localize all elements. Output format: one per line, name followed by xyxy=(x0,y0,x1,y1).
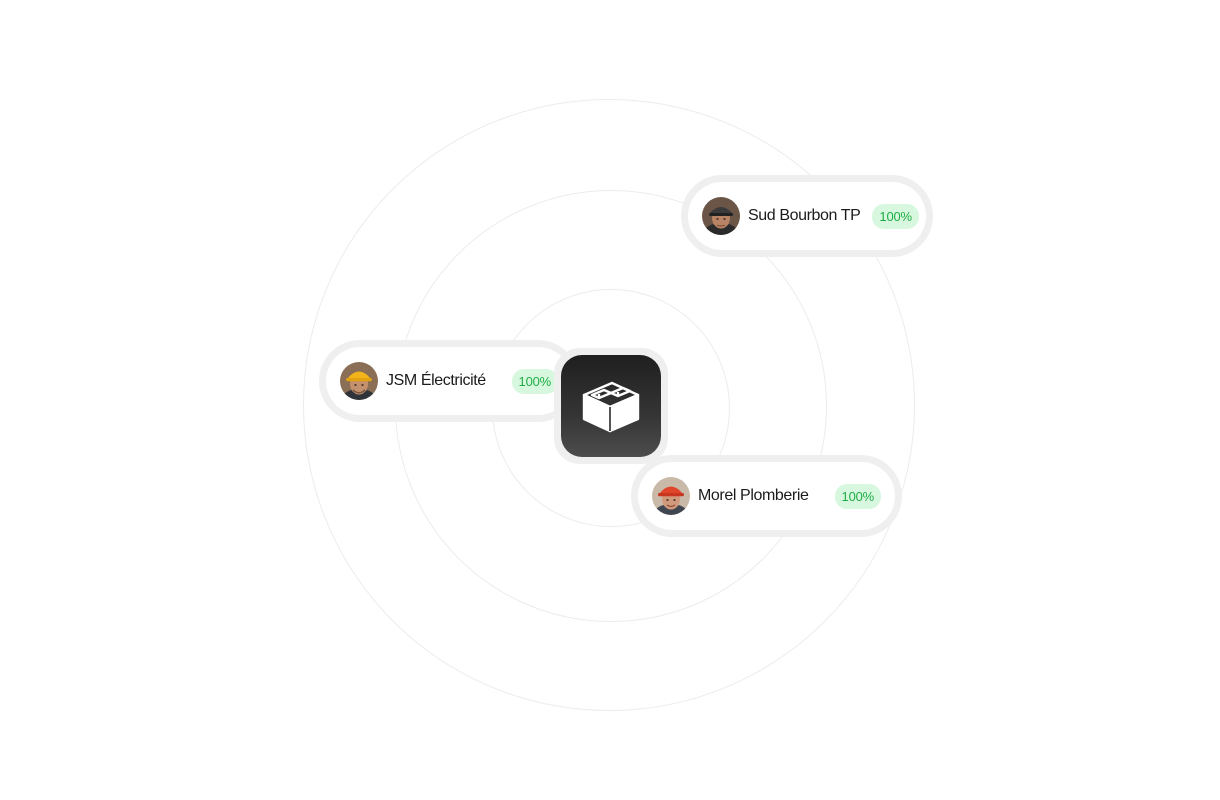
company-name: JSM Électricité xyxy=(386,372,486,389)
contractor-card-inner: JSM Électricité 100% xyxy=(326,347,572,415)
progress-badge: 100% xyxy=(511,368,558,394)
contractor-card-sud-bourbon-tp[interactable]: Sud Bourbon TP 100% xyxy=(681,175,933,257)
company-name: Morel Plomberie xyxy=(698,487,809,504)
progress-badge: 100% xyxy=(834,483,881,509)
worker-avatar-icon xyxy=(340,362,378,400)
company-name: Sud Bourbon TP xyxy=(748,207,861,224)
contractor-card-inner: Sud Bourbon TP 100% xyxy=(688,182,926,250)
contractor-card-morel-plomberie[interactable]: Morel Plomberie 100% xyxy=(631,455,902,537)
avatar xyxy=(652,477,690,515)
contractor-card-jsm-electricite[interactable]: JSM Électricité 100% xyxy=(319,340,579,422)
concrete-block-icon xyxy=(582,381,640,433)
center-hub xyxy=(554,348,668,464)
avatar xyxy=(702,197,740,235)
hub-tile xyxy=(561,355,661,457)
contractor-network: Sud Bourbon TP 100% JSM Électricité 100% xyxy=(0,0,1220,800)
progress-badge: 100% xyxy=(872,203,919,229)
worker-avatar-icon xyxy=(702,197,740,235)
contractor-card-inner: Morel Plomberie 100% xyxy=(638,462,895,530)
worker-avatar-icon xyxy=(652,477,690,515)
avatar xyxy=(340,362,378,400)
